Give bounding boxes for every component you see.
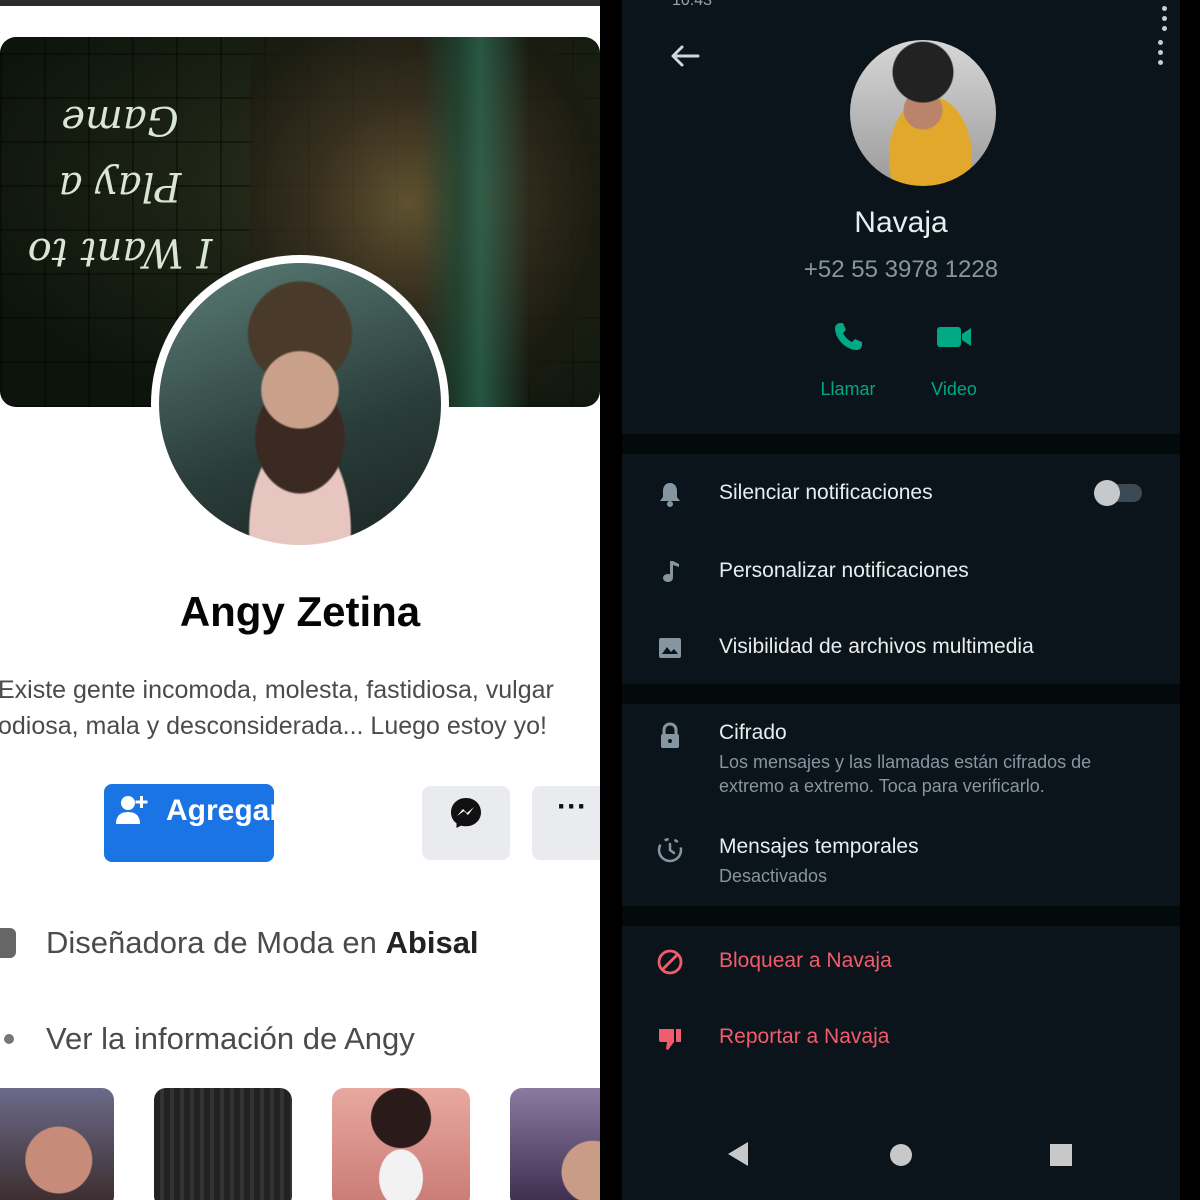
mute-notifications-row[interactable]: Silenciar notificaciones: [622, 470, 1180, 530]
toggle-knob: [1094, 480, 1120, 506]
about-link[interactable]: Ver la información de Angy: [0, 1014, 600, 1064]
add-friend-button[interactable]: Agregar: [104, 784, 281, 862]
timer-icon: [656, 836, 684, 864]
nav-back-icon[interactable]: [728, 1142, 748, 1166]
status-time: 10:43: [672, 0, 713, 9]
facebook-profile-panel: I Want to Play a Game Angy Zetina Existe…: [0, 0, 600, 1200]
disappearing-title: Mensajes temporales: [719, 835, 919, 858]
call-button[interactable]: Llamar: [798, 320, 898, 400]
messenger-button[interactable]: [422, 786, 510, 860]
photo-thumbnail[interactable]: [332, 1088, 470, 1200]
more-icon: ···: [557, 790, 587, 823]
disappearing-messages-row[interactable]: Mensajes temporales Desactivados: [622, 826, 1180, 896]
video-label: Video: [931, 379, 977, 399]
lock-icon: [656, 722, 684, 750]
nav-home-icon[interactable]: [890, 1144, 912, 1166]
work-prefix: Diseñadora de Moda en: [46, 925, 386, 960]
whatsapp-contact-panel: 10:43 Navaja +52 55 3978 1228 Llamar Vid…: [600, 0, 1200, 1200]
call-label: Llamar: [820, 379, 876, 399]
photo-thumbnail[interactable]: [0, 1088, 114, 1200]
encryption-title: Cifrado: [719, 721, 787, 744]
custom-notifications-label: Personalizar notificaciones: [719, 559, 969, 582]
status-overflow-icon: [1156, 6, 1172, 36]
mute-toggle[interactable]: [1094, 480, 1142, 506]
block-label: Bloquear a Navaja: [719, 949, 892, 972]
phone-icon: [831, 323, 865, 358]
media-visibility-label: Visibilidad de archivos multimedia: [719, 635, 1034, 658]
music-note-icon: [656, 558, 684, 586]
add-friend-icon: [116, 794, 148, 828]
contact-phone: +52 55 3978 1228: [803, 256, 999, 283]
work-company: Abisal: [385, 925, 479, 960]
contact-avatar[interactable]: [850, 40, 996, 186]
media-visibility-row[interactable]: Visibilidad de archivos multimedia: [622, 624, 1180, 684]
messenger-icon: [449, 796, 483, 860]
bio-line-2: odiosa, mala y desconsiderada... Luego e…: [0, 712, 547, 740]
section-divider: [622, 434, 1180, 454]
mute-label: Silenciar notificaciones: [719, 481, 933, 504]
thumbs-down-icon: [656, 1024, 684, 1052]
more-dots-icon: [4, 1034, 14, 1044]
work-text: Diseñadora de Moda en Abisal: [46, 925, 479, 961]
briefcase-icon: [0, 928, 16, 958]
work-info: Diseñadora de Moda en Abisal: [0, 918, 600, 968]
contact-info-screen: 10:43 Navaja +52 55 3978 1228 Llamar Vid…: [622, 0, 1180, 1200]
contact-name: Navaja: [854, 206, 948, 239]
block-icon: [656, 948, 684, 976]
encryption-description: Los mensajes y las llamadas están cifrad…: [719, 752, 1092, 796]
block-contact-row[interactable]: Bloquear a Navaja: [622, 938, 1180, 998]
photo-thumbnail[interactable]: [510, 1088, 600, 1200]
image-icon: [656, 634, 684, 662]
section-divider: [622, 684, 1180, 704]
bell-icon: [656, 480, 684, 508]
about-link-text: Ver la información de Angy: [46, 1021, 415, 1056]
encryption-row[interactable]: Cifrado Los mensajes y las llamadas está…: [622, 712, 1180, 804]
top-divider: [0, 0, 600, 6]
bio-line-1: Existe gente incomoda, molesta, fastidio…: [0, 676, 554, 704]
video-call-button[interactable]: Video: [904, 320, 1004, 400]
custom-notifications-row[interactable]: Personalizar notificaciones: [622, 548, 1180, 608]
add-friend-label: Agregar: [166, 794, 282, 827]
photo-strip: [0, 1088, 600, 1200]
profile-avatar[interactable]: [151, 255, 449, 553]
report-label: Reportar a Navaja: [719, 1025, 890, 1048]
nav-recents-icon[interactable]: [1050, 1144, 1072, 1166]
disappearing-status: Desactivados: [719, 866, 828, 886]
cover-caption: I Want to Play a Game: [27, 97, 213, 275]
profile-bio: Existe gente incomoda, molesta, fastidio…: [0, 672, 600, 744]
more-options-button[interactable]: ···: [532, 786, 600, 860]
back-arrow-icon[interactable]: [664, 36, 704, 76]
android-nav-bar: [622, 1110, 1180, 1200]
section-divider: [622, 906, 1180, 926]
status-bar: 10:43: [672, 0, 1172, 12]
profile-name: Angy Zetina: [179, 588, 421, 635]
profile-picture: [159, 263, 441, 545]
report-contact-row[interactable]: Reportar a Navaja: [622, 1014, 1180, 1074]
video-icon: [934, 327, 974, 358]
photo-thumbnail[interactable]: [154, 1088, 292, 1200]
menu-kebab-icon[interactable]: [1152, 40, 1168, 76]
